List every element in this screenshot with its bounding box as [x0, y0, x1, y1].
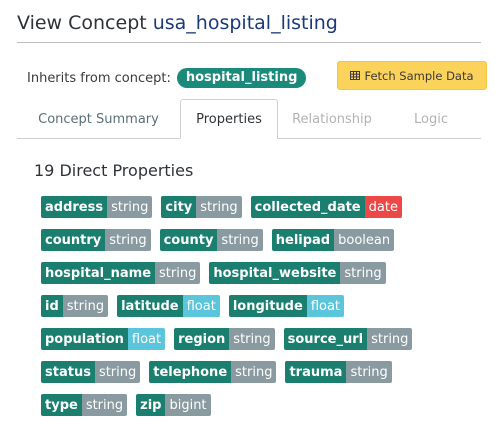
property-row: hospital_name string hospital_website strin…: [41, 262, 481, 284]
property-name: hospital_website: [209, 262, 341, 284]
property-row: id string latitude float longitude float: [41, 295, 481, 317]
property-badge-collected-date[interactable]: collected_date date: [250, 196, 402, 218]
tab-properties[interactable]: Properties: [180, 99, 278, 139]
property-badge-source-url[interactable]: source_url string: [283, 328, 413, 350]
property-name: country: [41, 229, 106, 251]
property-type: float: [127, 328, 166, 350]
property-name: id: [41, 295, 63, 317]
property-type: string: [367, 328, 413, 350]
property-type: string: [196, 196, 242, 218]
property-type: string: [229, 328, 275, 350]
parent-concept-badge[interactable]: hospital_listing: [176, 68, 307, 88]
property-badge-country[interactable]: country string: [41, 229, 151, 251]
property-type: string: [231, 361, 277, 383]
property-type: string: [217, 229, 263, 251]
properties-list: address string city string collected_date dat…: [41, 196, 481, 427]
properties-count-heading: 19 Direct Properties: [34, 161, 194, 180]
property-type: boolean: [334, 229, 395, 251]
property-badge-telephone[interactable]: telephone string: [149, 361, 277, 383]
property-row: type string zip bigint: [41, 394, 481, 416]
property-row: address string city string collected_date dat…: [41, 196, 481, 218]
property-type: float: [182, 295, 220, 317]
property-name: address: [41, 196, 108, 218]
property-name: hospital_name: [41, 262, 156, 284]
property-name: zip: [136, 394, 166, 416]
property-row: population float region string source_url str…: [41, 328, 481, 350]
property-badge-city[interactable]: city string: [161, 196, 242, 218]
property-type: float: [306, 295, 345, 317]
fetch-sample-data-label: Fetch Sample Data: [364, 68, 474, 83]
property-row: country string county string helipad boolean: [41, 229, 481, 251]
inherits-label: Inherits from concept:: [27, 70, 171, 86]
property-type: string: [105, 229, 151, 251]
fetch-sample-data-button[interactable]: Fetch Sample Data: [337, 61, 487, 90]
inherits-row: Inherits from concept: hospital_listing: [27, 66, 307, 90]
property-badge-hospital-name[interactable]: hospital_name string: [41, 262, 201, 284]
property-name: status: [41, 361, 95, 383]
tab-relationship[interactable]: Relationship: [278, 99, 386, 139]
property-badge-hospital-website[interactable]: hospital_website string: [209, 262, 386, 284]
property-type: date: [364, 196, 402, 218]
property-type: string: [107, 196, 153, 218]
property-type: string: [94, 361, 141, 383]
property-badge-address[interactable]: address string: [41, 196, 153, 218]
concept-name: usa_hospital_listing: [152, 12, 338, 34]
property-type: string: [62, 295, 109, 317]
property-name: latitude: [117, 295, 183, 317]
table-icon: [350, 71, 361, 80]
property-badge-county[interactable]: county string: [159, 229, 263, 251]
property-badge-status[interactable]: status string: [41, 361, 141, 383]
property-badge-helipad[interactable]: helipad boolean: [271, 229, 395, 251]
property-type: string: [340, 262, 386, 284]
page-title-prefix: View Concept: [17, 12, 147, 34]
property-name: trauma: [285, 361, 347, 383]
tab-logic[interactable]: Logic: [386, 99, 476, 139]
property-badge-zip[interactable]: zip bigint: [136, 394, 211, 416]
property-name: helipad: [271, 229, 335, 251]
property-name: county: [159, 229, 218, 251]
property-badge-trauma[interactable]: trauma string: [285, 361, 392, 383]
property-type: string: [346, 361, 392, 383]
tab-concept-summary[interactable]: Concept Summary: [17, 99, 180, 139]
property-name: type: [41, 394, 82, 416]
header-divider: [17, 42, 481, 43]
property-type: string: [81, 394, 128, 416]
property-name: collected_date: [250, 196, 365, 218]
property-type: string: [155, 262, 201, 284]
property-badge-id[interactable]: id string: [41, 295, 109, 317]
property-badge-region[interactable]: region string: [174, 328, 275, 350]
property-name: population: [41, 328, 128, 350]
property-badge-population[interactable]: population float: [41, 328, 166, 350]
concept-tabs: Concept Summary Properties Relationship …: [17, 99, 481, 139]
property-name: region: [174, 328, 230, 350]
property-name: city: [161, 196, 197, 218]
page-title: View Concept usa_hospital_listing: [17, 8, 338, 38]
property-name: longitude: [228, 295, 307, 317]
property-badge-latitude[interactable]: latitude float: [117, 295, 220, 317]
property-name: source_url: [283, 328, 368, 350]
property-type: bigint: [165, 394, 211, 416]
property-badge-longitude[interactable]: longitude float: [228, 295, 345, 317]
property-badge-type[interactable]: type string: [41, 394, 128, 416]
property-name: telephone: [149, 361, 232, 383]
property-row: status string telephone string trauma string: [41, 361, 481, 383]
